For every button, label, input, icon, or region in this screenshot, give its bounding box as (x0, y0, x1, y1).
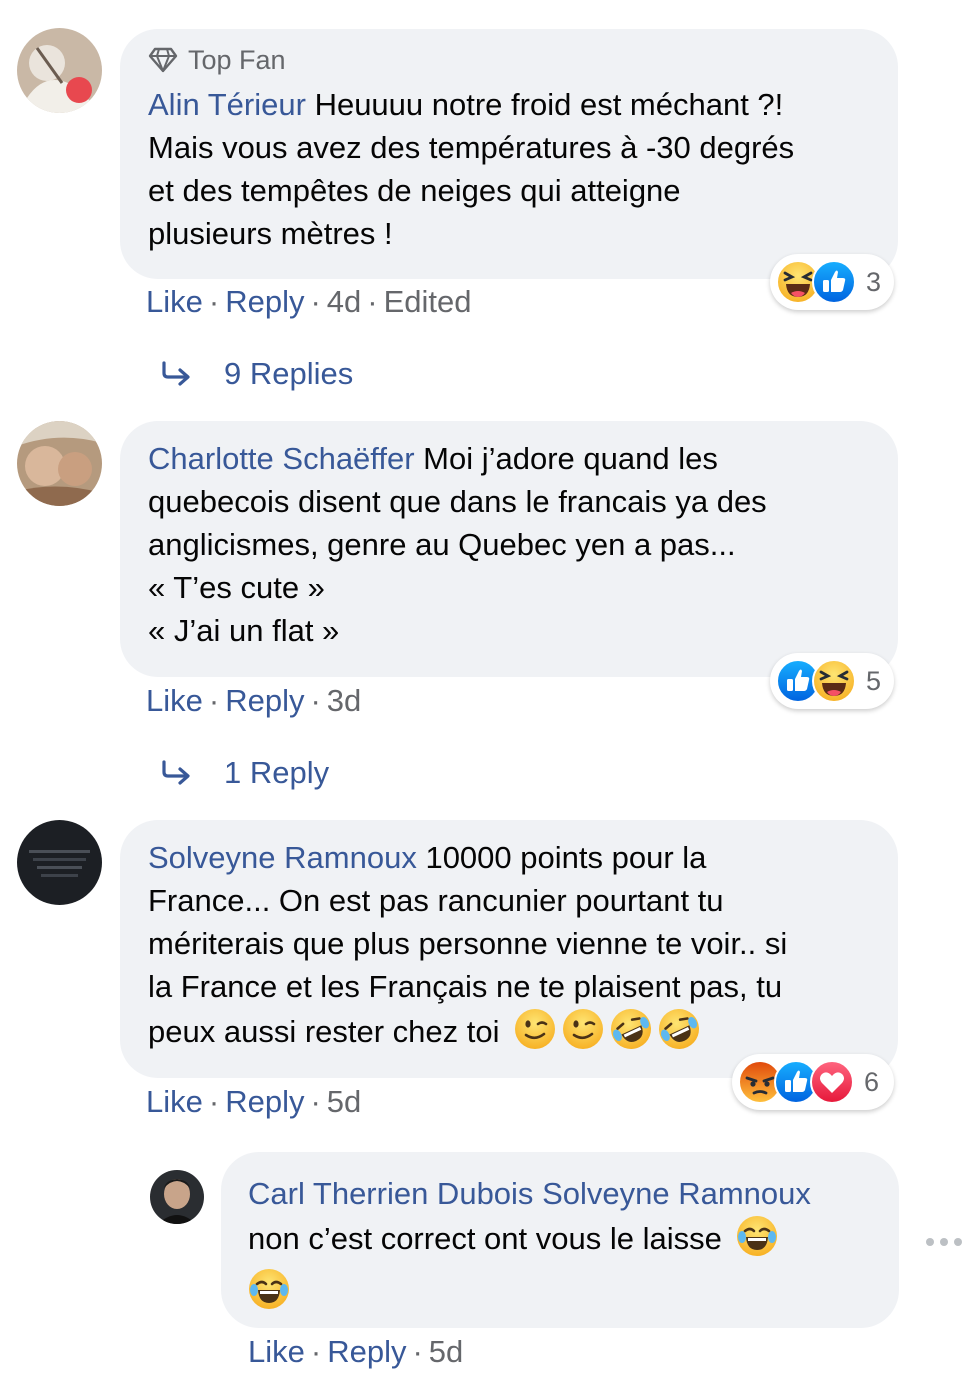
comment-author[interactable]: Solveyne Ramnoux (148, 840, 417, 875)
diamond-icon (148, 47, 178, 73)
reply-button[interactable]: Reply (225, 284, 304, 319)
joy-emoji (736, 1215, 778, 1268)
reply-arrow-icon (160, 760, 194, 786)
edited-label[interactable]: Edited (384, 284, 472, 319)
reactions-summary[interactable]: 6 (732, 1054, 894, 1110)
comment-author[interactable]: Charlotte Schaëffer (148, 441, 415, 476)
mention-link[interactable]: Solveyne Ramnoux (542, 1176, 811, 1211)
reply-text: non c’est correct ont vous le laisse (248, 1221, 722, 1256)
avatar[interactable] (17, 421, 102, 506)
comment-actions: Like · Reply · 3d (146, 683, 362, 718)
rofl-emoji (658, 1008, 700, 1061)
reply-button[interactable]: Reply (225, 683, 304, 718)
reaction-count[interactable]: 3 (866, 267, 881, 298)
top-fan-badge: Top Fan (148, 45, 870, 75)
haha-icon (812, 659, 856, 703)
reply-arrow-icon (160, 361, 194, 387)
reply-button[interactable]: Reply (327, 1334, 406, 1369)
avatar[interactable] (17, 820, 102, 905)
timestamp[interactable]: 4d (327, 284, 361, 319)
comment-text: la France et les Français ne te plaisent… (148, 969, 783, 1004)
love-icon (810, 1060, 854, 1104)
like-button[interactable]: Like (146, 284, 203, 319)
wink-emoji (562, 1008, 604, 1061)
like-button[interactable]: Like (146, 1084, 203, 1119)
rofl-emoji (610, 1008, 652, 1061)
reply-actions: Like · Reply · 5d (248, 1334, 464, 1369)
comment-text: Mais vous avez des températures à -30 de… (148, 130, 795, 165)
reply-bubble: Carl Therrien Dubois Solveyne Ramnoux no… (221, 1152, 899, 1328)
replies-count-label[interactable]: 9 Replies (224, 356, 353, 392)
timestamp[interactable]: 3d (327, 683, 361, 718)
reaction-count[interactable]: 6 (864, 1067, 879, 1098)
comment-text: plusieurs mètres ! (148, 216, 393, 251)
avatar[interactable] (150, 1170, 204, 1224)
comment-text: Heuuuu notre froid est méchant ?! (314, 87, 784, 122)
reply-author[interactable]: Carl Therrien Dubois (248, 1176, 533, 1211)
comment-text: quebecois disent que dans le francais ya… (148, 484, 767, 519)
top-fan-label: Top Fan (188, 45, 286, 75)
comment-text: « T’es cute » (148, 570, 325, 605)
avatar[interactable] (17, 28, 102, 113)
comment-author[interactable]: Alin Térieur (148, 87, 306, 122)
comment-bubble: Top Fan Alin Térieur Heuuuu notre froid … (120, 29, 898, 279)
comment-text: 10000 points pour la (425, 840, 707, 875)
comment-text: France... On est pas rancunier pourtant … (148, 883, 724, 918)
comment-text: peux aussi rester chez toi (148, 1014, 500, 1049)
comment-bubble: Charlotte Schaëffer Moi j’adore quand le… (120, 421, 898, 677)
comment-text: mériterais que plus personne vienne te v… (148, 926, 788, 961)
wink-emoji (514, 1008, 556, 1061)
view-replies-link[interactable]: 1 Reply (160, 755, 329, 791)
comment-bubble: Solveyne Ramnoux 10000 points pour la Fr… (120, 820, 898, 1078)
joy-emoji (248, 1268, 290, 1321)
reaction-count[interactable]: 5 (866, 666, 881, 697)
comment-text: anglicismes, genre au Quebec yen a pas..… (148, 527, 736, 562)
reactions-summary[interactable]: 3 (770, 254, 894, 310)
view-replies-link[interactable]: 9 Replies (160, 356, 353, 392)
comment-text: « J’ai un flat » (148, 613, 340, 648)
comment-actions: Like · Reply · 4d · Edited (146, 284, 472, 319)
like-icon (812, 260, 856, 304)
reactions-summary[interactable]: 5 (770, 653, 894, 709)
like-button[interactable]: Like (146, 683, 203, 718)
like-button[interactable]: Like (248, 1334, 305, 1369)
timestamp[interactable]: 5d (327, 1084, 361, 1119)
timestamp[interactable]: 5d (429, 1334, 463, 1369)
comment-text: Moi j’adore quand les (423, 441, 718, 476)
more-options-icon[interactable] (924, 1235, 964, 1254)
comment-text: et des tempêtes de neiges qui atteigne (148, 173, 681, 208)
replies-count-label[interactable]: 1 Reply (224, 755, 329, 791)
comment-actions: Like · Reply · 5d (146, 1084, 362, 1119)
reply-button[interactable]: Reply (225, 1084, 304, 1119)
